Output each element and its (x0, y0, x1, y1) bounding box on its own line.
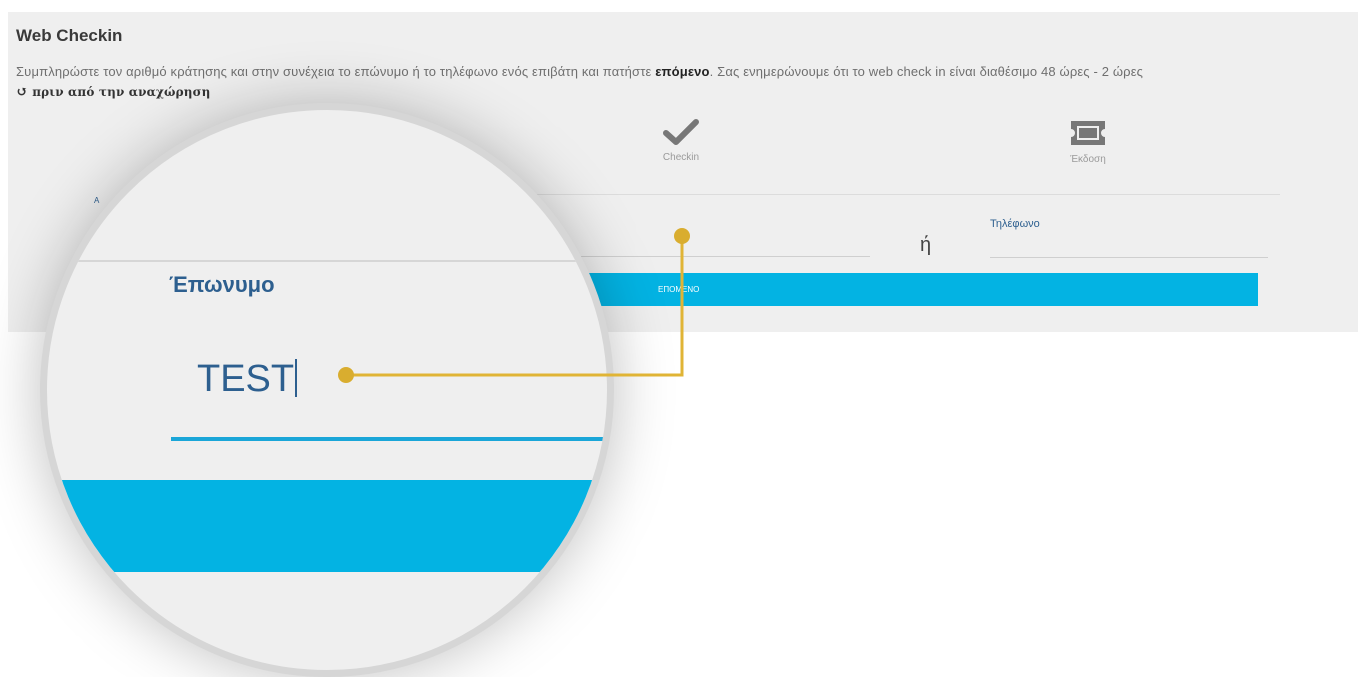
zoom-magnifier: Έπωνυμο TEST (40, 103, 614, 677)
or-separator: ή (920, 234, 932, 256)
phone-field[interactable] (990, 257, 1268, 258)
magnified-surname-label: Έπωνυμο (169, 272, 275, 297)
instructions-text: Συμπληρώστε τον αριθμό κράτησης και στην… (16, 62, 1352, 102)
booking-number-label: Α (94, 196, 100, 205)
page-title: Web Checkin (16, 26, 123, 45)
steps-divider (520, 194, 1280, 195)
instructions-part-2: . Σας ενημερώνουμε ότι το web check in ε… (709, 64, 1144, 79)
step-checkin: Checkin (656, 118, 706, 163)
next-button[interactable]: ΕΠΟΜΕΝΟ (575, 273, 1258, 306)
magnified-surname-underline (171, 437, 607, 441)
surname-value-text: TEST (197, 358, 295, 400)
magnified-next-button (47, 480, 607, 572)
ticket-icon (1071, 121, 1105, 145)
magnified-surname-value: TEST (197, 358, 298, 401)
instructions-bold-next: επόμενο (655, 64, 710, 79)
magnified-divider (47, 260, 607, 262)
history-icon: ↺ (16, 84, 28, 100)
instructions-part-1: Συμπληρώστε τον αριθμό κράτησης και στην… (16, 64, 656, 79)
departure-note: ↺ πριν από την αναχώρηση (16, 84, 211, 100)
departure-note-text: πριν από την αναχώρηση (32, 85, 211, 99)
step-issue: Έκδοση (1058, 118, 1118, 165)
text-cursor (295, 359, 298, 397)
surname-field[interactable] (540, 256, 870, 257)
next-button-label: ΕΠΟΜΕΝΟ (658, 285, 700, 294)
phone-label: Τηλέφωνο (990, 218, 1040, 230)
checkmark-icon (663, 119, 699, 145)
step-issue-label: Έκδοση (1070, 154, 1106, 165)
step-checkin-label: Checkin (662, 152, 700, 163)
